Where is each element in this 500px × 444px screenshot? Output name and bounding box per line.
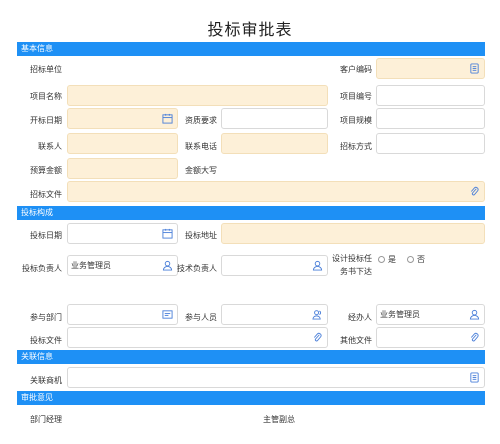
bid-method-field[interactable] [376,133,485,154]
label-project-name: 项目名称 [30,92,62,101]
bid-owner-value: 业务管理员 [71,261,111,270]
label-design-doc: 设计投标任务书下达 [332,254,372,276]
section-header-opinion: 审批意见 [17,391,485,405]
radio-yes[interactable]: 是 [378,254,396,265]
calendar-icon[interactable] [162,228,173,239]
related-opp-field[interactable] [67,367,485,388]
customer-code-field[interactable] [376,58,485,79]
label-bid-method: 招标方式 [340,142,372,151]
section-header-related: 关联信息 [17,350,485,364]
label-bid-file: 招标文件 [30,190,62,199]
radio-yes-circle[interactable] [378,256,385,263]
label-project-no: 项目编号 [340,92,372,101]
paperclip-icon[interactable] [469,332,480,343]
paperclip-icon[interactable] [469,186,480,197]
other-file-field[interactable] [376,327,485,348]
list-icon[interactable] [469,372,480,383]
contact-phone-field[interactable] [221,133,328,154]
handler-value: 业务管理员 [380,310,420,319]
label-qualification: 资质要求 [185,116,217,125]
bid-address-field[interactable] [221,223,485,244]
label-customer-code: 客户编码 [340,65,372,74]
user-icon[interactable] [312,260,323,271]
bid-owner-field[interactable]: 业务管理员 [67,255,178,276]
label-participants: 参与人员 [185,313,217,322]
label-open-date: 开标日期 [30,116,62,125]
paperclip-icon[interactable] [312,332,323,343]
label-tender-file: 投标文件 [30,336,62,345]
label-bid-unit: 招标单位 [30,65,62,74]
label-tech-owner: 技术负责人 [177,264,217,273]
budget-field[interactable] [67,158,178,179]
label-contact-phone: 联系电话 [185,142,217,151]
radio-no-label: 否 [417,255,425,264]
tender-file-field[interactable] [67,327,328,348]
label-bid-address: 投标地址 [185,231,217,240]
radio-no-circle[interactable] [407,256,414,263]
participants-field[interactable] [221,304,328,325]
calendar-icon[interactable] [162,113,173,124]
org-icon[interactable] [162,309,173,320]
label-budget: 预算金额 [30,166,62,175]
project-name-field[interactable] [67,85,328,106]
label-project-scale: 项目规模 [340,116,372,125]
label-amount-upper: 金额大写 [185,166,217,175]
label-dept-manager: 部门经理 [30,415,62,424]
user-icon[interactable] [162,260,173,271]
label-related-opp: 关联商机 [30,376,62,385]
radio-no[interactable]: 否 [407,254,425,265]
list-icon[interactable] [469,63,480,74]
bid-date-field[interactable] [67,223,178,244]
page-title: 投标审批表 [207,20,293,39]
label-contact: 联系人 [38,142,62,151]
qualification-field[interactable] [221,108,328,129]
bid-file-field[interactable] [67,181,485,202]
label-bid-owner: 投标负责人 [22,264,62,273]
project-no-field[interactable] [376,85,485,106]
label-vp: 主管副总 [263,415,295,424]
label-bid-date: 投标日期 [30,231,62,240]
project-scale-field[interactable] [376,108,485,129]
section-header-basic: 基本信息 [17,42,485,56]
label-other-file: 其他文件 [340,336,372,345]
contact-field[interactable] [67,133,178,154]
dept-field[interactable] [67,304,178,325]
tech-owner-field[interactable] [221,255,328,276]
section-header-bid: 投标构成 [17,206,485,220]
user-icon[interactable] [469,309,480,320]
radio-yes-label: 是 [388,255,396,264]
label-dept: 参与部门 [30,313,62,322]
users-icon[interactable] [312,309,323,320]
label-handler: 经办人 [348,313,372,322]
handler-field[interactable]: 业务管理员 [376,304,485,325]
open-date-field[interactable] [67,108,178,129]
